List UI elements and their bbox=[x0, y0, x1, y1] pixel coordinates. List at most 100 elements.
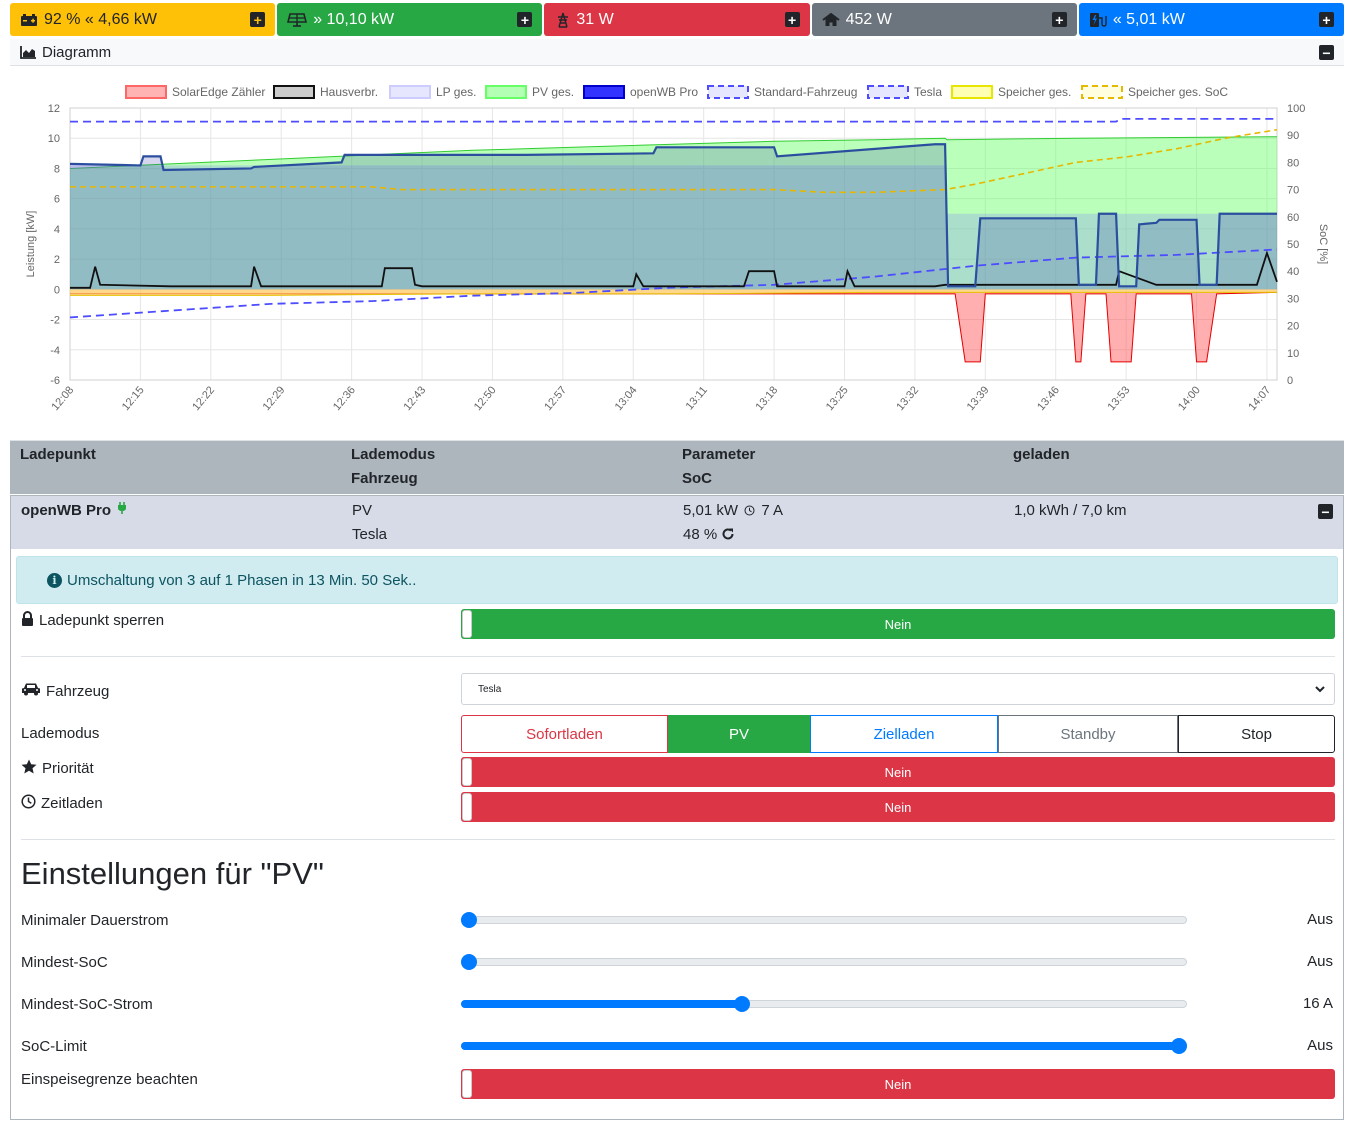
y2-tick-label: 10 bbox=[1287, 348, 1299, 360]
slider-value: 16 A bbox=[1302, 995, 1333, 1012]
plug-icon bbox=[117, 499, 127, 523]
collapse-icon[interactable]: − bbox=[1319, 45, 1334, 61]
slider-thumb[interactable] bbox=[1171, 1038, 1187, 1054]
expand-icon[interactable]: + bbox=[250, 12, 266, 27]
status-tiles: 92 % « 4,66 kW + » 10,10 kW + 31 W + 452… bbox=[10, 3, 1345, 36]
y2-axis-title: SoC [%] bbox=[1317, 224, 1329, 264]
y-tick-label: -2 bbox=[50, 315, 60, 327]
priority-label: Priorität bbox=[21, 759, 94, 778]
ladepunkt-soc: 48 % bbox=[683, 523, 735, 549]
vehicle-select[interactable]: Tesla bbox=[461, 673, 1335, 705]
info-icon: i bbox=[47, 572, 62, 588]
slider-thumb[interactable] bbox=[734, 996, 751, 1012]
toggle-knob bbox=[462, 1070, 472, 1098]
diagram-title: Diagramm bbox=[42, 43, 112, 61]
header-soc: SoC bbox=[682, 470, 712, 487]
phase-switch-text: Umschaltung von 3 auf 1 Phasen in 13 Min… bbox=[67, 571, 417, 589]
vehicle-select-value: Tesla bbox=[478, 683, 502, 695]
y-tick-label: 6 bbox=[54, 194, 60, 206]
x-tick-label: 12:08 bbox=[49, 384, 76, 413]
feedin-toggle-value: Nein bbox=[884, 1076, 912, 1092]
soc-limit-slider[interactable] bbox=[461, 1038, 1187, 1054]
min-current-slider[interactable] bbox=[461, 912, 1187, 928]
mode-standby-button[interactable]: Standby bbox=[998, 715, 1178, 753]
vehicle-label: Fahrzeug bbox=[21, 682, 109, 700]
legend-swatch bbox=[125, 85, 167, 99]
mode-zielladen-button[interactable]: Zielladen bbox=[810, 715, 998, 753]
legend-swatch bbox=[707, 85, 749, 99]
min-soc-current-slider[interactable] bbox=[461, 996, 1187, 1012]
header-geladen: geladen bbox=[1013, 446, 1070, 463]
tile-pv-value: » 10,10 kW bbox=[313, 10, 395, 28]
collapse-icon[interactable]: − bbox=[1318, 504, 1333, 520]
ladepunkt-mode: PV bbox=[352, 502, 373, 519]
lock-toggle[interactable]: Nein bbox=[461, 609, 1335, 639]
diagram-header[interactable]: Diagramm − bbox=[10, 39, 1344, 66]
legend-label: Standard-Fahrzeug bbox=[754, 85, 857, 99]
tile-netz[interactable]: 31 W + bbox=[544, 3, 810, 36]
y2-tick-label: 20 bbox=[1287, 321, 1299, 333]
slider-track bbox=[461, 958, 1187, 966]
tile-haus-value: 452 W bbox=[845, 10, 892, 28]
series-solaredge-line bbox=[70, 291, 1278, 363]
tile-speicher[interactable]: 92 % « 4,66 kW + bbox=[10, 3, 276, 36]
mode-stop-button[interactable]: Stop bbox=[1178, 715, 1335, 753]
legend-label: SolarEdge Zähler bbox=[172, 85, 265, 99]
y2-tick-label: 0 bbox=[1287, 375, 1293, 387]
x-tick-label: 13:53 bbox=[1106, 384, 1133, 413]
car-icon bbox=[21, 682, 41, 700]
ladepunkt-table-header: Ladepunkt Lademodus Fahrzeug Parameter S… bbox=[10, 440, 1344, 494]
tile-netz-value: 31 W bbox=[576, 10, 614, 28]
y2-tick-label: 80 bbox=[1287, 157, 1299, 169]
slider-value: Aus bbox=[1307, 911, 1333, 928]
power-chart-svg: 121086420-2-4-6100908070605040302010012:… bbox=[25, 85, 1329, 413]
y-tick-label: 0 bbox=[54, 284, 60, 296]
y-tick-label: -4 bbox=[50, 345, 60, 357]
slider-thumb[interactable] bbox=[461, 912, 477, 928]
tile-haus[interactable]: 452 W + bbox=[811, 3, 1077, 36]
expand-icon[interactable]: + bbox=[1319, 12, 1335, 27]
solar-panel-icon bbox=[287, 12, 308, 27]
slider-label: Mindest-SoC bbox=[21, 954, 108, 971]
y2-tick-label: 70 bbox=[1287, 185, 1299, 197]
timed-toggle[interactable]: Nein bbox=[461, 792, 1335, 822]
priority-toggle[interactable]: Nein bbox=[461, 757, 1335, 787]
toggle-knob bbox=[462, 793, 472, 821]
x-tick-label: 13:46 bbox=[1035, 384, 1062, 413]
table-row[interactable]: openWB Pro PV Tesla 5,01 kW 7 A 48 % 1,0… bbox=[10, 495, 1344, 549]
feedin-label: Einspeisegrenze beachten bbox=[21, 1071, 198, 1088]
mode-pv-button[interactable]: PV bbox=[668, 715, 810, 753]
min-soc-slider[interactable] bbox=[461, 954, 1187, 970]
lock-label: Ladepunkt sperren bbox=[21, 611, 164, 630]
mode-sofortladen-button[interactable]: Sofortladen bbox=[461, 715, 668, 753]
expand-icon[interactable]: + bbox=[1051, 12, 1067, 27]
slider-value: Aus bbox=[1307, 953, 1333, 970]
legend-swatch bbox=[273, 85, 315, 99]
refresh-icon[interactable] bbox=[721, 525, 735, 549]
x-tick-label: 12:22 bbox=[190, 384, 217, 413]
expand-icon[interactable]: + bbox=[517, 12, 533, 27]
header-lademodus: Lademodus bbox=[351, 446, 436, 463]
x-tick-label: 13:18 bbox=[753, 384, 780, 413]
x-tick-label: 14:07 bbox=[1246, 384, 1273, 413]
slider-label: SoC-Limit bbox=[21, 1038, 87, 1055]
tile-pv[interactable]: » 10,10 kW + bbox=[277, 3, 543, 36]
legend-swatch bbox=[951, 85, 993, 99]
y2-tick-label: 60 bbox=[1287, 212, 1299, 224]
slider-fill bbox=[461, 1042, 1179, 1050]
series-tesla-line bbox=[70, 117, 1277, 123]
x-tick-label: 14:00 bbox=[1176, 384, 1203, 413]
legend-label: Speicher ges. bbox=[998, 85, 1071, 99]
x-tick-label: 12:57 bbox=[542, 384, 569, 413]
feedin-toggle[interactable]: Nein bbox=[461, 1069, 1335, 1099]
priority-toggle-value: Nein bbox=[884, 764, 912, 780]
y-axis-title: Leistung [kW] bbox=[25, 211, 37, 278]
expand-icon[interactable]: + bbox=[784, 12, 800, 27]
charging-station-icon bbox=[1089, 12, 1107, 28]
x-tick-label: 13:04 bbox=[613, 384, 640, 413]
slider-thumb[interactable] bbox=[461, 954, 477, 970]
header-ladepunkt: Ladepunkt bbox=[20, 446, 96, 463]
slider-track bbox=[461, 916, 1187, 924]
tile-ladepunkt[interactable]: « 5,01 kW + bbox=[1078, 3, 1345, 36]
legend-swatch bbox=[389, 85, 431, 99]
